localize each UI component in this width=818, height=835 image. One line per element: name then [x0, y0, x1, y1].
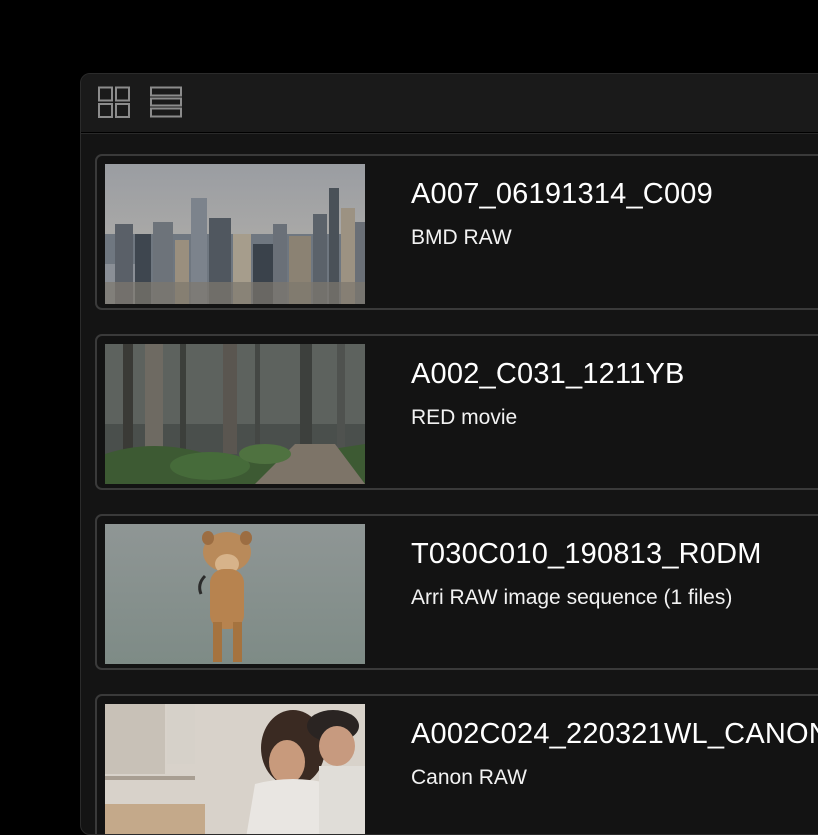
clip-item[interactable]: A007_06191314_C009 BMD RAW	[95, 154, 818, 310]
clip-name: A002C024_220321WL_CANON	[411, 718, 818, 750]
list-icon	[150, 86, 182, 118]
clip-thumbnail-forest	[105, 344, 365, 484]
clip-name: T030C010_190813_R0DM	[411, 538, 762, 570]
clip-format: BMD RAW	[411, 226, 512, 249]
clip-thumbnail-city	[105, 164, 365, 304]
clip-format: Canon RAW	[411, 766, 527, 789]
grid-icon	[98, 86, 130, 118]
clip-item[interactable]: A002_C031_1211YB RED movie	[95, 334, 818, 490]
clip-item[interactable]: T030C010_190813_R0DM Arri RAW image sequ…	[95, 514, 818, 670]
clip-format: RED movie	[411, 406, 518, 429]
grid-view-button[interactable]	[97, 86, 131, 118]
toolbar	[81, 74, 818, 133]
clip-name: A007_06191314_C009	[411, 178, 713, 210]
clip-name: A002_C031_1211YB	[411, 358, 685, 390]
clip-format: Arri RAW image sequence (1 files)	[411, 586, 733, 609]
clip-browser-window: A007_06191314_C009 BMD RAW A002_C031_121…	[80, 73, 818, 835]
clip-item[interactable]: A002C024_220321WL_CANON Canon RAW	[95, 694, 818, 834]
clip-thumbnail-lioness	[105, 524, 365, 664]
clip-thumbnail-kitchen	[105, 704, 365, 834]
list-view-button[interactable]	[149, 86, 183, 118]
